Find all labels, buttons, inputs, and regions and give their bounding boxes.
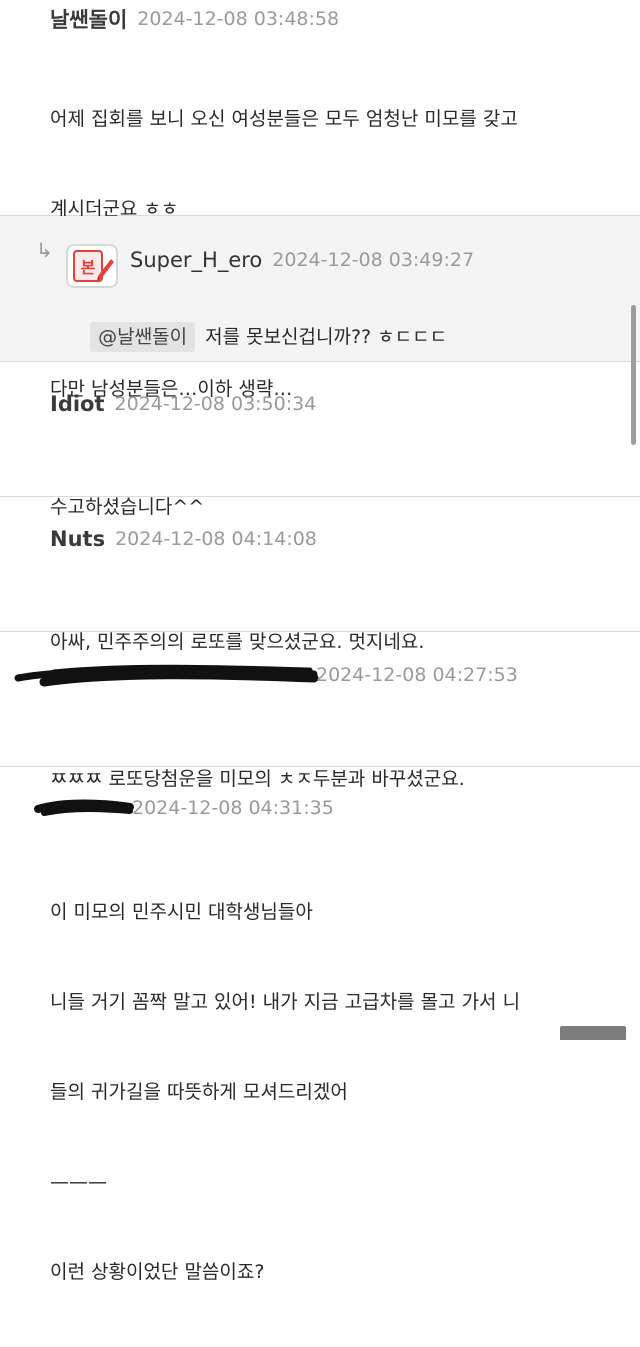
comment-item: 2024-12-08 04:27:53 ㅉㅉㅉ 로또당첨운을 미모의 ㅊㅈ두분과… <box>0 632 640 790</box>
bottom-corner-button[interactable] <box>560 1026 626 1040</box>
comment-text: 저를 못보신겁니까?? ㅎㄷㄷㄷ <box>205 326 448 348</box>
comment-line: 이 미모의 민주시민 대학생님들아 <box>50 901 313 923</box>
avatar-graphic: 본 <box>73 250 114 282</box>
comment-line: 들의 귀가길을 따뜻하게 모셔드리겠어 <box>50 1081 348 1103</box>
comment-item: Nuts 2024-12-08 04:14:08 아싸, 민주주의의 로또를 맞… <box>0 497 640 653</box>
comment-line: ——— <box>50 1171 107 1193</box>
comment-author[interactable]: Super_H_ero <box>130 248 262 272</box>
scrollbar-thumb[interactable] <box>631 305 636 445</box>
redacted-author-scribble <box>34 799 134 816</box>
redacted-author-scribble <box>14 664 319 687</box>
comment-timestamp: 2024-12-08 03:48:58 <box>137 8 340 30</box>
comment-author[interactable]: 날쌘돌이 <box>50 4 127 34</box>
comment-timestamp: 2024-12-08 04:14:08 <box>115 528 317 550</box>
mention-tag[interactable]: @날쌘돌이 <box>90 322 196 352</box>
comment-header: Idiot 2024-12-08 03:50:34 <box>50 392 316 416</box>
comment-header: 날쌘돌이 2024-12-08 03:48:58 <box>50 4 339 34</box>
comment-header: Nuts 2024-12-08 04:14:08 <box>50 527 317 551</box>
avatar-label: 본 <box>81 258 96 277</box>
reply-arrow-icon: ↳ <box>36 238 53 262</box>
comment-timestamp: 2024-12-08 03:50:34 <box>114 393 317 415</box>
comment-header: 2024-12-08 04:31:35 <box>132 797 334 819</box>
edit-document-icon[interactable]: 본 <box>66 244 118 288</box>
comment-line: 니들 거기 꼼짝 말고 있어! 내가 지금 고급차를 몰고 가서 니 <box>50 991 521 1013</box>
comment-item: 2024-12-08 04:31:35 이 미모의 민주시민 대학생님들아 니들… <box>0 767 640 1283</box>
comment-item: Idiot 2024-12-08 03:50:34 수고하셨습니다^^ <box>0 362 640 518</box>
comment-header: 2024-12-08 04:27:53 <box>316 664 518 686</box>
comment-timestamp: 2024-12-08 03:49:27 <box>272 249 475 271</box>
comment-item: 날쌘돌이 2024-12-08 03:48:58 어제 집회를 보니 오신 여성… <box>0 0 640 400</box>
comment-body: 이 미모의 민주시민 대학생님들아 니들 거기 꼼짝 말고 있어! 내가 지금 … <box>50 837 520 1347</box>
comment-author[interactable]: Idiot <box>50 392 105 416</box>
comment-timestamp: 2024-12-08 04:31:35 <box>132 797 334 819</box>
comment-line: 이런 상황이었단 말씀이죠? <box>50 1261 265 1283</box>
comment-header: Super_H_ero 2024-12-08 03:49:27 <box>130 248 474 272</box>
comment-line: 어제 집회를 보니 오신 여성분들은 모두 엄청난 미모를 갖고 <box>50 108 518 130</box>
comment-author[interactable]: Nuts <box>50 527 105 551</box>
reply-comment-item: ↳ 본 Super_H_ero 2024-12-08 03:49:27 @날쌘돌… <box>0 216 640 362</box>
comment-timestamp: 2024-12-08 04:27:53 <box>316 664 518 686</box>
